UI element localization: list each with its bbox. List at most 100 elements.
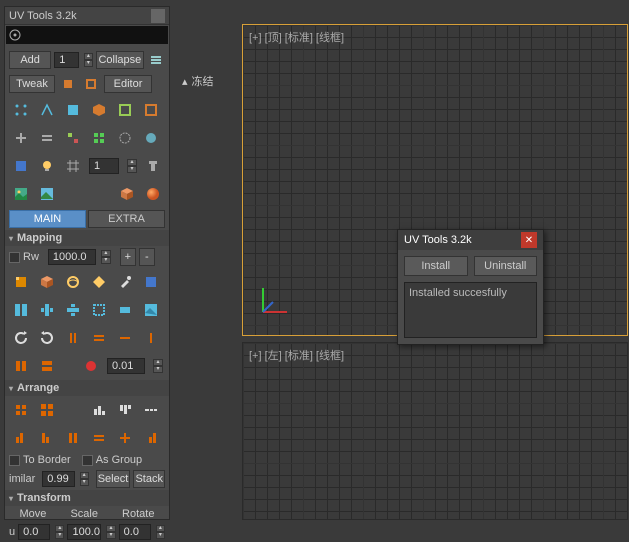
map-b2[interactable] bbox=[37, 300, 57, 320]
list-icon[interactable] bbox=[147, 50, 165, 70]
install-button[interactable]: Install bbox=[404, 256, 468, 276]
tab-extra[interactable]: EXTRA bbox=[88, 210, 165, 228]
rotate-spinner[interactable]: 0.0 bbox=[119, 524, 151, 540]
icon-b5[interactable] bbox=[115, 128, 135, 148]
select-button[interactable]: Select bbox=[96, 470, 131, 488]
icon-b2[interactable] bbox=[37, 128, 57, 148]
map-a6[interactable] bbox=[141, 272, 161, 292]
move-arrows[interactable]: ▴▾ bbox=[55, 525, 64, 539]
arr-a2[interactable] bbox=[37, 400, 57, 420]
map-b4[interactable] bbox=[89, 300, 109, 320]
similar-spinner[interactable]: 0.99 bbox=[42, 471, 75, 487]
arr-b4[interactable] bbox=[89, 428, 109, 448]
refresh-cw-icon[interactable] bbox=[11, 328, 31, 348]
icon-b6[interactable] bbox=[141, 128, 161, 148]
install-dialog: UV Tools 3.2k ✕ Install Uninstall Instal… bbox=[397, 229, 544, 345]
tweak-button[interactable]: Tweak bbox=[9, 75, 55, 93]
uninstall-button[interactable]: Uninstall bbox=[474, 256, 538, 276]
icon-b1[interactable] bbox=[11, 128, 31, 148]
map-c3[interactable] bbox=[63, 328, 83, 348]
arr-b1[interactable] bbox=[11, 428, 31, 448]
map-d1[interactable] bbox=[11, 356, 31, 376]
close-icon[interactable]: ✕ bbox=[521, 232, 537, 248]
icon-c1[interactable] bbox=[11, 156, 31, 176]
map-d2[interactable] bbox=[37, 356, 57, 376]
arr-a4[interactable] bbox=[115, 400, 135, 420]
eyedropper-icon[interactable] bbox=[115, 272, 135, 292]
map-a4[interactable] bbox=[89, 272, 109, 292]
icon-b3[interactable] bbox=[63, 128, 83, 148]
map-c4[interactable] bbox=[89, 328, 109, 348]
add-count-arrows[interactable]: ▴▾ bbox=[84, 53, 93, 67]
icon-c4[interactable] bbox=[143, 156, 163, 176]
scale-arrows[interactable]: ▴▾ bbox=[153, 359, 163, 373]
record-icon[interactable] bbox=[81, 356, 101, 376]
scale-arrows-tr[interactable]: ▴▾ bbox=[106, 525, 115, 539]
to-border-check[interactable]: To Border bbox=[9, 454, 71, 466]
arrange-header[interactable]: ▾ Arrange bbox=[5, 380, 169, 396]
tweak-icon-1[interactable] bbox=[58, 74, 78, 94]
map-a2[interactable] bbox=[37, 272, 57, 292]
edge-icon[interactable] bbox=[37, 100, 57, 120]
editor-button[interactable]: Editor bbox=[104, 75, 152, 93]
arr-a5[interactable] bbox=[141, 400, 161, 420]
rw-plus[interactable]: + bbox=[120, 248, 136, 266]
rw-spinner[interactable]: 1000.0 bbox=[48, 249, 96, 265]
refresh-ccw-icon[interactable] bbox=[37, 328, 57, 348]
arr-b5[interactable] bbox=[115, 428, 135, 448]
add-count-spinner[interactable]: 1 bbox=[54, 52, 79, 68]
map-b3[interactable] bbox=[63, 300, 83, 320]
map-c5[interactable] bbox=[115, 328, 135, 348]
bulb-icon[interactable] bbox=[37, 156, 57, 176]
scale-spinner-tr[interactable]: 100.0 bbox=[67, 524, 101, 540]
sphere-icon[interactable] bbox=[143, 184, 163, 204]
mapping-header[interactable]: ▾ Mapping bbox=[5, 230, 169, 246]
map-b5[interactable] bbox=[115, 300, 135, 320]
image-icon[interactable] bbox=[11, 184, 31, 204]
move-spinner[interactable]: 0.0 bbox=[18, 524, 50, 540]
viewport-left-label[interactable]: [+] [左] [标准] [线框] bbox=[249, 347, 344, 363]
map-a3[interactable] bbox=[63, 272, 83, 292]
tweak-icon-2[interactable] bbox=[81, 74, 101, 94]
grid-count-spinner[interactable]: 1 bbox=[89, 158, 119, 174]
map-b6[interactable] bbox=[141, 300, 161, 320]
grid-icon[interactable] bbox=[63, 156, 83, 176]
map-c6[interactable] bbox=[141, 328, 161, 348]
border-icon[interactable] bbox=[115, 100, 135, 120]
arr-b6[interactable] bbox=[141, 428, 161, 448]
arr-b3[interactable] bbox=[63, 428, 83, 448]
tab-main[interactable]: MAIN bbox=[9, 210, 86, 228]
scale-spinner[interactable]: 0.01 bbox=[107, 358, 145, 374]
map-b1[interactable] bbox=[11, 300, 31, 320]
uvtools-panel: UV Tools 3.2k Add 1 ▴▾ Collapse Tweak Ed… bbox=[4, 6, 170, 520]
arr-b2[interactable] bbox=[37, 428, 57, 448]
grid-count-arrows[interactable]: ▴▾ bbox=[127, 159, 137, 173]
poly-icon[interactable] bbox=[141, 100, 161, 120]
gear-icon[interactable] bbox=[8, 28, 22, 42]
viewport-left[interactable]: [+] [左] [标准] [线框] bbox=[242, 342, 628, 520]
as-group-check[interactable]: As Group bbox=[82, 454, 142, 466]
rw-minus[interactable]: - bbox=[139, 248, 155, 266]
arrange-title: Arrange bbox=[17, 382, 59, 394]
map-a1[interactable] bbox=[11, 272, 31, 292]
freeze-toggle[interactable]: ▴ 冻结 bbox=[176, 72, 220, 90]
panel-title-button[interactable] bbox=[151, 9, 165, 23]
arr-a3[interactable] bbox=[89, 400, 109, 420]
collapse-button[interactable]: Collapse bbox=[96, 51, 144, 69]
viewport-top-label[interactable]: [+] [顶] [标准] [线框] bbox=[249, 29, 344, 45]
dialog-title-bar[interactable]: UV Tools 3.2k ✕ bbox=[398, 230, 543, 250]
similar-arrows[interactable]: ▴▾ bbox=[80, 472, 89, 486]
add-button[interactable]: Add bbox=[9, 51, 51, 69]
freeze-label: 冻结 bbox=[192, 73, 214, 89]
stack-button[interactable]: Stack bbox=[133, 470, 165, 488]
arr-a1[interactable] bbox=[11, 400, 31, 420]
icon-b4[interactable] bbox=[89, 128, 109, 148]
rw-arrows[interactable]: ▴▾ bbox=[101, 250, 111, 264]
rotate-arrows[interactable]: ▴▾ bbox=[156, 525, 165, 539]
element-icon[interactable] bbox=[89, 100, 109, 120]
vertex-icon[interactable] bbox=[11, 100, 31, 120]
transform-header[interactable]: ▾ Transform bbox=[5, 490, 169, 506]
face-icon[interactable] bbox=[63, 100, 83, 120]
box-icon[interactable] bbox=[117, 184, 137, 204]
landscape-icon[interactable] bbox=[37, 184, 57, 204]
